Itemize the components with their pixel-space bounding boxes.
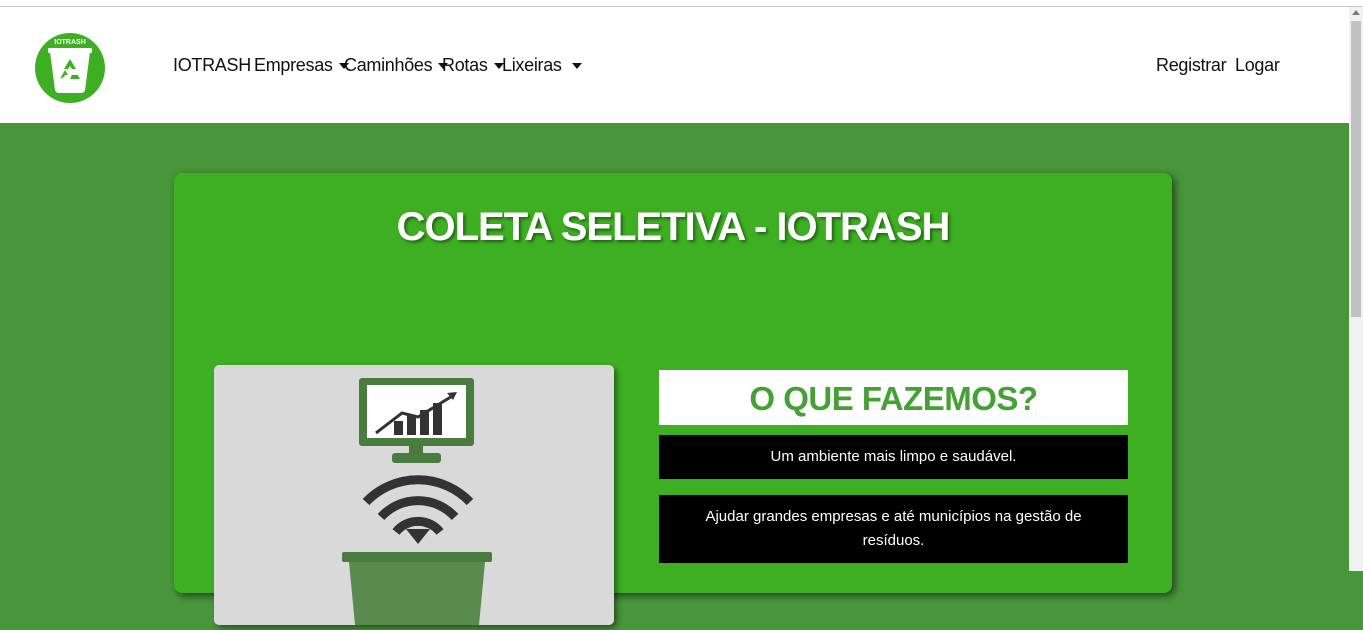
iot-illustration: [342, 378, 492, 625]
navbar: IOTRASH IOTRASH Empresas Caminhões Rotas…: [0, 7, 1349, 123]
illustration-card: [214, 365, 614, 625]
nav-dropdown-lixeiras[interactable]: Lixeiras: [502, 55, 582, 76]
monitor-chart-icon: [359, 378, 474, 463]
info-text: Ajudar grandes empresas e até municípios…: [705, 508, 1082, 549]
nav-label-empresas: Empresas: [254, 55, 333, 75]
vertical-scrollbar[interactable]: [1349, 7, 1363, 571]
caret-down-icon: [571, 63, 582, 70]
trash-bin-icon: [342, 552, 492, 625]
nav-label-rotas: Rotas: [442, 55, 488, 75]
logo-recycle-bin-icon[interactable]: IOTRASH: [33, 31, 107, 105]
nav-label-lixeiras: Lixeiras: [502, 55, 562, 75]
wifi-icon: [362, 475, 474, 536]
browser-top-edge: [0, 0, 1363, 7]
nav-dropdown-caminhoes[interactable]: Caminhões: [344, 55, 449, 76]
info-box: Ajudar grandes empresas e até municípios…: [659, 495, 1128, 563]
info-text: Um ambiente mais limpo e saudável.: [770, 448, 1017, 465]
hero-title: COLETA SELETIVA - IOTRASH: [396, 205, 951, 249]
nav-label-caminhoes: Caminhões: [344, 55, 433, 75]
scroll-up-arrow-icon[interactable]: [1352, 10, 1360, 15]
logo-text: IOTRASH: [54, 39, 86, 46]
info-box: Um ambiente mais limpo e saudável.: [659, 435, 1128, 479]
nav-brand-link[interactable]: IOTRASH: [173, 55, 251, 76]
hero-card: COLETA SELETIVA - IOTRASH O QUE FAZEMOS?…: [174, 173, 1172, 625]
nav-dropdown-empresas[interactable]: Empresas: [254, 55, 349, 76]
register-link[interactable]: Registrar: [1156, 55, 1227, 76]
wifi-dot-icon: [406, 529, 430, 544]
login-link[interactable]: Logar: [1235, 55, 1280, 76]
what-we-do-title: O QUE FAZEMOS?: [659, 370, 1128, 425]
nav-dropdown-rotas[interactable]: Rotas: [442, 55, 504, 76]
scrollbar-thumb[interactable]: [1351, 21, 1361, 317]
